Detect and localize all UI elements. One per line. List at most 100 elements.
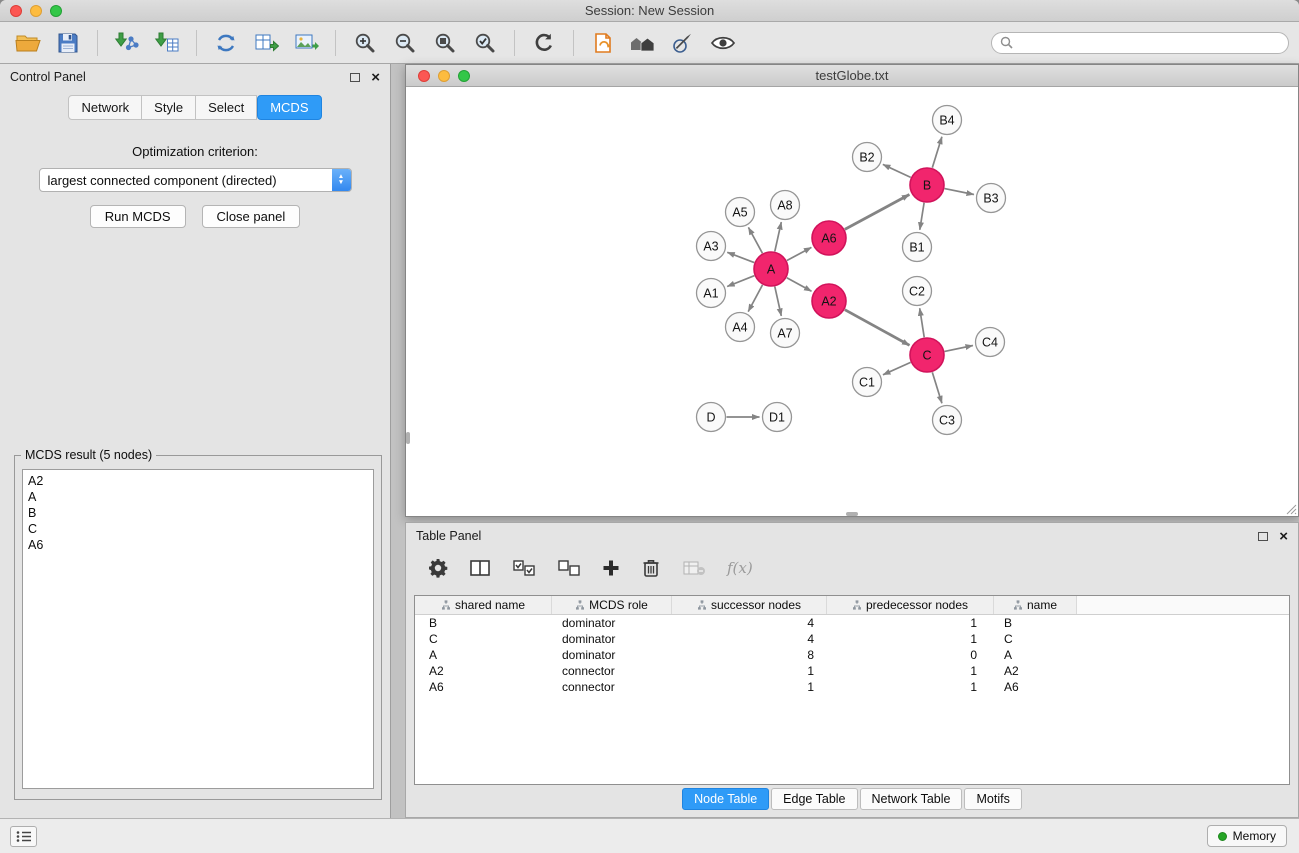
node-D1[interactable]: D1 [763, 403, 792, 432]
dropdown-stepper-icon[interactable]: ▲ ▼ [332, 168, 351, 192]
annotation-brush-button[interactable] [665, 26, 701, 60]
table-row[interactable]: Cdominator41C [415, 631, 1289, 647]
tab-edge-table[interactable]: Edge Table [771, 788, 857, 810]
zoom-out-button[interactable] [387, 26, 423, 60]
node-B4[interactable]: B4 [933, 106, 962, 135]
edge-A2-C[interactable] [845, 310, 910, 346]
table-row[interactable]: A6connector11A6 [415, 679, 1289, 695]
close-panel-icon[interactable]: × [371, 70, 380, 85]
zoom-window-button[interactable] [50, 5, 62, 17]
close-table-panel-icon[interactable]: × [1279, 529, 1288, 544]
result-item[interactable]: A6 [28, 537, 368, 553]
edge-A-A6[interactable] [787, 247, 812, 260]
zoom-selected-button[interactable] [467, 26, 503, 60]
tab-motifs[interactable]: Motifs [964, 788, 1021, 810]
edge-A-A3[interactable] [727, 252, 754, 262]
edge-A-A4[interactable] [748, 285, 762, 312]
node-A5[interactable]: A5 [726, 198, 755, 227]
network-canvas[interactable]: B4B2BB3A8A5A6B1A3AC2A1A2A4A7C4CC1C3DD1 [406, 87, 1298, 516]
edge-B-B3[interactable] [945, 189, 974, 195]
tab-node-table[interactable]: Node Table [682, 788, 769, 810]
open-session-button[interactable] [10, 26, 46, 60]
tab-network[interactable]: Network [68, 95, 142, 120]
node-A[interactable]: A [754, 252, 788, 286]
edge-C-C4[interactable] [945, 346, 973, 352]
table-settings-button[interactable] [428, 558, 448, 578]
node-A1[interactable]: A1 [697, 279, 726, 308]
node-A4[interactable]: A4 [726, 313, 755, 342]
global-search[interactable] [991, 32, 1289, 54]
select-all-button[interactable] [512, 558, 536, 578]
edge-A-A7[interactable] [775, 287, 782, 316]
close-window-button[interactable] [10, 5, 22, 17]
close-network-window-button[interactable] [418, 70, 430, 82]
add-column-button[interactable] [602, 559, 620, 577]
result-item[interactable]: C [28, 521, 368, 537]
column-header-successor-nodes[interactable]: successor nodes [672, 596, 827, 614]
result-item[interactable]: B [28, 505, 368, 521]
table-row[interactable]: Adominator80A [415, 647, 1289, 663]
deselect-all-button[interactable] [557, 558, 581, 578]
edge-B-B4[interactable] [932, 137, 942, 168]
zoom-network-window-button[interactable] [458, 70, 470, 82]
node-B2[interactable]: B2 [853, 143, 882, 172]
delete-rows-button[interactable] [641, 557, 661, 579]
export-image-button[interactable] [288, 26, 324, 60]
column-header-predecessor-nodes[interactable]: predecessor nodes [827, 596, 994, 614]
zoom-fit-button[interactable] [427, 26, 463, 60]
edge-C-C3[interactable] [932, 372, 942, 403]
node-A8[interactable]: A8 [771, 191, 800, 220]
node-A6[interactable]: A6 [812, 221, 846, 255]
node-C3[interactable]: C3 [933, 406, 962, 435]
node-B[interactable]: B [910, 168, 944, 202]
edge-A-A8[interactable] [775, 222, 782, 251]
tab-network-table[interactable]: Network Table [860, 788, 963, 810]
node-B3[interactable]: B3 [977, 184, 1006, 213]
float-table-panel-icon[interactable] [1258, 532, 1268, 541]
zoom-in-button[interactable] [347, 26, 383, 60]
column-header-shared-name[interactable]: shared name [415, 596, 552, 614]
save-session-button[interactable] [50, 26, 86, 60]
import-network-button[interactable] [109, 26, 145, 60]
edge-B-B1[interactable] [920, 203, 924, 230]
show-graphics-details-button[interactable] [705, 26, 741, 60]
result-item[interactable]: A [28, 489, 368, 505]
minimize-network-window-button[interactable] [438, 70, 450, 82]
node-D[interactable]: D [697, 403, 726, 432]
apply-layout-button[interactable] [526, 26, 562, 60]
table-row[interactable]: A2connector11A2 [415, 663, 1289, 679]
node-A3[interactable]: A3 [697, 232, 726, 261]
new-table-button[interactable] [248, 26, 284, 60]
edge-A-A1[interactable] [727, 276, 754, 287]
criterion-dropdown[interactable]: largest connected component (directed) ▲… [39, 168, 352, 192]
memory-button[interactable]: Memory [1207, 825, 1287, 847]
edge-B-B2[interactable] [883, 164, 911, 177]
edge-A6-B[interactable] [845, 195, 910, 230]
function-builder-button[interactable]: f(x) [727, 559, 753, 577]
minimize-window-button[interactable] [30, 5, 42, 17]
edge-A-A2[interactable] [787, 278, 812, 292]
edge-A-A5[interactable] [748, 227, 762, 253]
edge-C-C2[interactable] [920, 308, 925, 337]
import-table-button[interactable] [149, 26, 185, 60]
node-C2[interactable]: C2 [903, 277, 932, 306]
node-table[interactable]: shared nameMCDS rolesuccessor nodesprede… [414, 595, 1290, 785]
column-header-name[interactable]: name [994, 596, 1077, 614]
column-header-MCDS-role[interactable]: MCDS role [552, 596, 672, 614]
node-A2[interactable]: A2 [812, 284, 846, 318]
delete-column-button[interactable] [682, 558, 706, 578]
global-search-input[interactable] [1018, 36, 1280, 50]
resize-grip-icon[interactable] [1284, 502, 1297, 515]
node-C[interactable]: C [910, 338, 944, 372]
run-mcds-button[interactable]: Run MCDS [90, 205, 186, 228]
float-panel-icon[interactable] [350, 73, 360, 82]
new-network-button[interactable] [208, 26, 244, 60]
mcds-result-list[interactable]: A2ABCA6 [22, 469, 374, 789]
vertical-scroll-thumb[interactable] [406, 432, 410, 444]
panel-selector-button[interactable] [10, 826, 37, 847]
tab-select[interactable]: Select [196, 95, 257, 120]
horizontal-scroll-thumb[interactable] [846, 512, 858, 516]
node-B1[interactable]: B1 [903, 233, 932, 262]
tab-mcds[interactable]: MCDS [257, 95, 321, 120]
show-columns-button[interactable] [469, 558, 491, 578]
